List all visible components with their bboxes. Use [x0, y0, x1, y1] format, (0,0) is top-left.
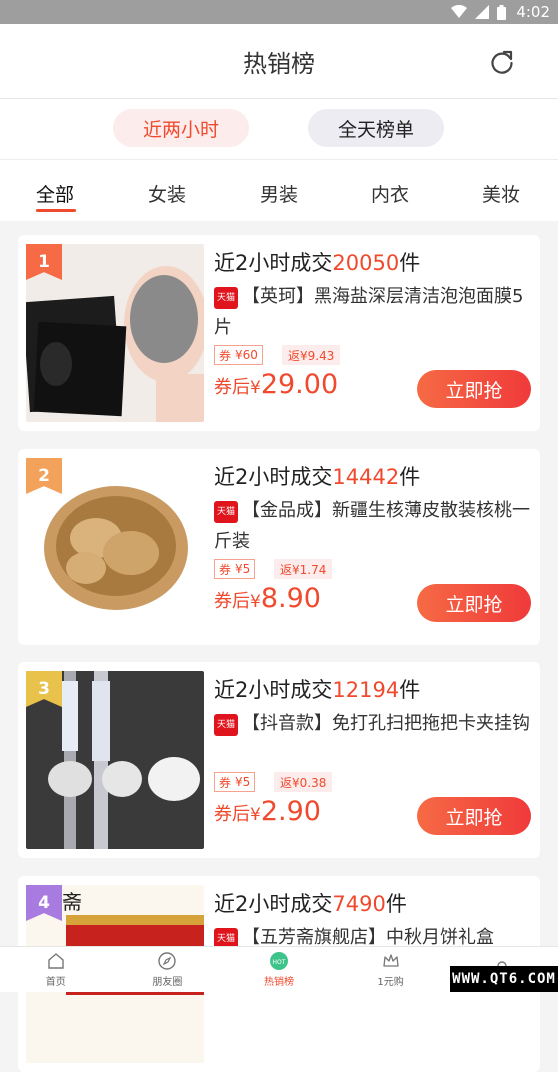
battery-icon: [497, 5, 506, 20]
product-title: 天猫【金品成】新疆生核薄皮散装核桃一斤装: [214, 495, 534, 557]
tabbar-hot-list[interactable]: HOT 热销榜: [223, 947, 335, 992]
home-icon: [46, 951, 66, 971]
final-price: 券后¥29.00: [214, 369, 338, 400]
page-header: 热销榜: [0, 24, 558, 99]
tabbar-label: 朋友圈: [152, 973, 182, 988]
svg-text:斋: 斋: [62, 890, 82, 914]
tmall-badge: 天猫: [214, 287, 238, 309]
buy-now-button[interactable]: 立即抢: [417, 584, 531, 622]
hot-icon: HOT: [269, 951, 289, 971]
wifi-icon: [451, 5, 467, 19]
signal-icon: [475, 5, 489, 19]
status-time: 4:02: [516, 3, 550, 21]
sales-count: 近2小时成交20050件: [214, 247, 420, 277]
tab-underwear[interactable]: 内衣: [371, 180, 409, 207]
svg-text:HOT: HOT: [273, 959, 286, 966]
category-tabs: 全部 女装 男装 内衣 美妆: [0, 159, 558, 221]
rebate-tag: 返¥9.43: [282, 345, 340, 365]
sales-count: 近2小时成交14442件: [214, 461, 420, 491]
tab-mens[interactable]: 男装: [260, 180, 298, 207]
final-price: 券后¥8.90: [214, 583, 321, 614]
product-title: 天猫【抖音款】免打孔扫把拖把卡夹挂钩: [214, 708, 534, 739]
tabbar-label: 首页: [46, 973, 66, 988]
tab-all[interactable]: 全部: [36, 180, 74, 207]
tmall-badge: 天猫: [214, 714, 238, 736]
toggle-all-day[interactable]: 全天榜单: [308, 109, 444, 147]
sales-count: 近2小时成交7490件: [214, 888, 407, 918]
crown-icon: [381, 951, 401, 971]
refresh-icon[interactable]: [488, 48, 516, 76]
rebate-tag: 返¥0.38: [274, 772, 332, 792]
active-tab-indicator: [36, 209, 76, 212]
compass-icon: [157, 951, 177, 971]
status-icons: [451, 5, 506, 20]
product-card[interactable]: 2 近2小时成交14442件 天猫【金品成】新疆生核薄皮散装核桃一斤装 券¥5 …: [18, 449, 540, 645]
product-card[interactable]: 3 近2小时成交12194件 天猫【抖音款】免打孔扫把拖把卡夹挂钩 券¥5 返¥…: [18, 662, 540, 858]
coupon-tag: 券¥5: [214, 559, 255, 579]
buy-now-button[interactable]: 立即抢: [417, 370, 531, 408]
page-title: 热销榜: [243, 44, 315, 79]
watermark: WWW.QT6.COM: [450, 966, 558, 992]
product-title: 天猫【英珂】黑海盐深层清洁泡泡面膜5片: [214, 281, 534, 343]
time-range-toggle: 近两小时 全天榜单: [0, 99, 558, 159]
buy-now-button[interactable]: 立即抢: [417, 797, 531, 835]
status-bar: 4:02: [0, 0, 558, 24]
toggle-two-hours[interactable]: 近两小时: [113, 109, 249, 147]
tabbar-moments[interactable]: 朋友圈: [112, 947, 224, 992]
final-price: 券后¥2.90: [214, 796, 321, 827]
tab-womens[interactable]: 女装: [148, 180, 186, 207]
tmall-badge: 天猫: [214, 501, 238, 523]
tabbar-home[interactable]: 首页: [0, 947, 112, 992]
coupon-tag: 券¥5: [214, 772, 255, 792]
coupon-tag: 券¥60: [214, 345, 263, 365]
tab-beauty[interactable]: 美妆: [482, 180, 520, 207]
rebate-tag: 返¥1.74: [274, 559, 332, 579]
tabbar-label: 热销榜: [264, 973, 294, 988]
product-card[interactable]: 1 近2小时成交20050件 天猫【英珂】黑海盐深层清洁泡泡面膜5片 券¥60 …: [18, 235, 540, 431]
tabbar-label: 1元购: [377, 973, 403, 988]
tabbar-one-yuan[interactable]: 1元购: [335, 947, 447, 992]
sales-count: 近2小时成交12194件: [214, 674, 420, 704]
